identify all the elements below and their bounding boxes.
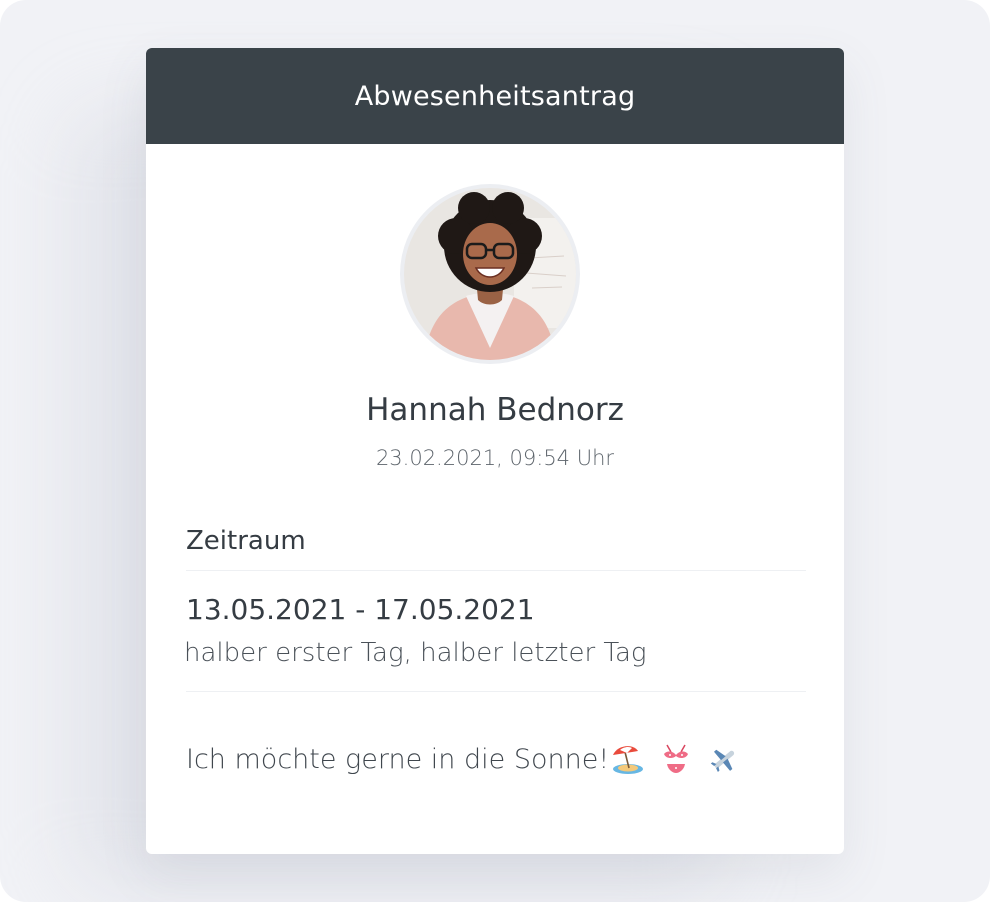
- message-text: Ich möchte gerne in die Sonne!: [186, 743, 610, 775]
- half-day-note: halber erster Tag, halber letzter Tag: [184, 638, 647, 668]
- divider: [186, 691, 806, 692]
- avatar-photo: [404, 188, 576, 360]
- card-header: Abwesenheitsantrag: [146, 48, 844, 144]
- requester-name: Hannah Bednorz: [366, 392, 624, 428]
- emoji-group: [611, 742, 741, 776]
- card-title: Abwesenheitsantrag: [354, 80, 636, 112]
- date-range: 13.05.2021 - 17.05.2021: [186, 593, 535, 626]
- avatar[interactable]: [404, 188, 576, 360]
- bikini-icon: [664, 744, 689, 773]
- period-label: Zeitraum: [186, 526, 306, 556]
- request-message: Ich möchte gerne in die Sonne!: [186, 742, 741, 776]
- submitted-timestamp: 23.02.2021, 09:54 Uhr: [375, 446, 615, 470]
- airplane-icon: [710, 749, 735, 772]
- beach-umbrella-icon: [613, 746, 644, 774]
- absence-request-card: Abwesenheitsantrag Hannah Bednorz 23.02.…: [146, 48, 844, 854]
- page-background: Abwesenheitsantrag Hannah Bednorz 23.02.…: [0, 0, 990, 902]
- divider: [186, 570, 806, 571]
- avatar-frame: [400, 184, 580, 364]
